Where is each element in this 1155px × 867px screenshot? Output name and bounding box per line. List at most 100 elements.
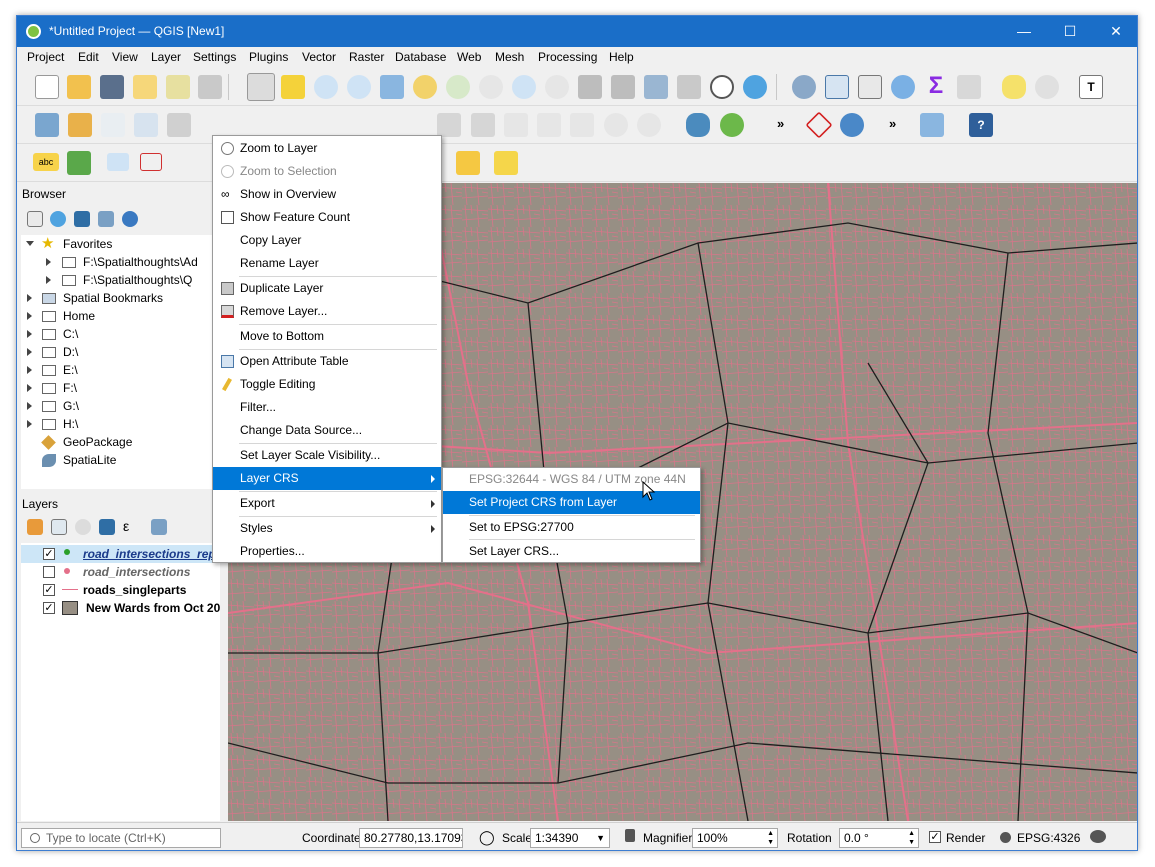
zoom-native-icon[interactable] <box>479 75 503 99</box>
magnifier-spinbox[interactable]: 100% ▲ ▼ <box>692 828 778 848</box>
menu-item-properties[interactable]: Properties... <box>213 540 441 563</box>
menu-item-rename-layer[interactable]: Rename Layer <box>213 252 441 275</box>
zoom-next-icon[interactable] <box>545 75 569 99</box>
new-project-icon[interactable] <box>35 75 59 99</box>
layer-visibility-checkbox[interactable]: ✓ <box>43 548 55 560</box>
checkbox-icon[interactable] <box>221 211 234 224</box>
menu-item-change-data-source[interactable]: Change Data Source... <box>213 419 441 442</box>
menu-item-filter[interactable]: Filter... <box>213 396 441 419</box>
zoom-in-icon[interactable] <box>314 75 338 99</box>
menu-item-duplicate-layer[interactable]: Duplicate Layer <box>213 277 441 300</box>
web-layer-icon[interactable] <box>840 113 864 137</box>
diagram-tool-icon[interactable] <box>67 151 91 175</box>
menu-item-zoom-to-selection[interactable]: Zoom to Selection <box>213 160 441 183</box>
select-features-icon[interactable] <box>456 151 480 175</box>
rotation-spinbox[interactable]: 0.0 ° ▲ ▼ <box>839 828 919 848</box>
help-icon[interactable]: ? <box>969 113 993 137</box>
maximize-button[interactable]: ☐ <box>1047 16 1093 47</box>
pin-label-icon[interactable] <box>140 153 162 171</box>
measure-line-icon[interactable] <box>957 75 981 99</box>
delete-selected-icon[interactable] <box>471 113 495 137</box>
expand-all-icon[interactable] <box>151 519 167 535</box>
data-source-manager-icon[interactable] <box>35 113 59 137</box>
text-annotation-icon[interactable]: T <box>1079 75 1103 99</box>
paste-features-icon[interactable] <box>570 113 594 137</box>
zoom-to-layer-icon[interactable] <box>446 75 470 99</box>
edit-tool-icon[interactable] <box>437 113 461 137</box>
digitize-icon[interactable] <box>134 113 158 137</box>
highlight-label-icon[interactable] <box>107 153 129 171</box>
add-selected-icon[interactable] <box>27 211 43 227</box>
undo-icon[interactable] <box>604 113 628 137</box>
menu-help[interactable]: Help <box>609 50 634 64</box>
menu-item-show-feature-count[interactable]: Show Feature Count <box>213 206 441 229</box>
new-map-view-icon[interactable] <box>578 75 602 99</box>
style-manager-icon[interactable] <box>198 75 222 99</box>
field-calculator-icon[interactable] <box>858 75 882 99</box>
cut-features-icon[interactable] <box>504 113 528 137</box>
locator-search-icon[interactable] <box>1035 75 1059 99</box>
new-bookmark-icon[interactable] <box>644 75 668 99</box>
add-layer-icon[interactable] <box>167 113 191 137</box>
refresh-icon[interactable] <box>50 211 66 227</box>
refresh-icon[interactable] <box>743 75 767 99</box>
crs-globe-icon[interactable] <box>1000 832 1011 843</box>
coordinate-field[interactable]: 80.27780,13.17093 <box>359 828 463 848</box>
zoom-last-icon[interactable] <box>512 75 536 99</box>
menu-item-move-to-bottom[interactable]: Move to Bottom <box>213 325 441 348</box>
menu-item-export[interactable]: Export <box>213 492 441 515</box>
menu-database[interactable]: Database <box>395 50 446 64</box>
menu-item-layer-crs[interactable]: Layer CRS <box>213 467 441 490</box>
menu-settings[interactable]: Settings <box>193 50 236 64</box>
layer-visibility-checkbox[interactable]: ✓ <box>43 584 55 596</box>
manage-visibility-icon[interactable] <box>75 519 91 535</box>
menu-processing[interactable]: Processing <box>538 50 597 64</box>
menu-item-styles[interactable]: Styles <box>213 517 441 540</box>
redo-icon[interactable] <box>637 113 661 137</box>
menu-web[interactable]: Web <box>457 50 481 64</box>
collapse-all-icon[interactable] <box>98 211 114 227</box>
open-layer-styling-icon[interactable] <box>27 519 43 535</box>
pan-to-selection-icon[interactable] <box>281 75 305 99</box>
plugin-layers-icon[interactable] <box>720 113 744 137</box>
menu-item-remove-layer[interactable]: Remove Layer... <box>213 300 441 323</box>
identify-features-icon[interactable] <box>792 75 816 99</box>
save-project-icon[interactable] <box>100 75 124 99</box>
menu-project[interactable]: Project <box>27 50 64 64</box>
new-print-layout-icon[interactable] <box>133 75 157 99</box>
menu-item-set-to-epsg-27700[interactable]: Set to EPSG:27700 <box>443 516 700 539</box>
menu-layer[interactable]: Layer <box>151 50 181 64</box>
filter-expression-icon[interactable]: ε <box>123 517 145 535</box>
toggle-extents-icon[interactable]: ◯ <box>479 829 495 846</box>
crs-indicator[interactable]: EPSG:4326 <box>1017 831 1080 845</box>
layer-visibility-checkbox[interactable] <box>43 566 55 578</box>
python-console-icon[interactable] <box>686 113 710 137</box>
label-tool-icon[interactable]: abc <box>33 153 59 171</box>
filter-legend-icon[interactable] <box>99 519 115 535</box>
layout-manager-icon[interactable] <box>166 75 190 99</box>
menu-item-set-project-crs-from-layer[interactable]: Set Project CRS from Layer <box>443 491 700 514</box>
menu-vector[interactable]: Vector <box>302 50 336 64</box>
minimize-button[interactable]: — <box>1001 16 1047 47</box>
layer-visibility-checkbox[interactable]: ✓ <box>43 602 55 614</box>
menu-item-copy-layer[interactable]: Copy Layer <box>213 229 441 252</box>
menu-item-zoom-to-layer[interactable]: Zoom to Layer <box>213 137 441 160</box>
menu-mesh[interactable]: Mesh <box>495 50 524 64</box>
menu-edit[interactable]: Edit <box>78 50 99 64</box>
messages-icon[interactable] <box>1090 830 1106 843</box>
new-3d-map-icon[interactable] <box>611 75 635 99</box>
processing-toolbox-icon[interactable] <box>891 75 915 99</box>
scale-combobox[interactable]: 1:34390 ▼ <box>530 828 610 848</box>
layer-item-selected[interactable]: ✓ road_intersections_repro <box>21 545 228 563</box>
toolbar-overflow-icon[interactable]: » <box>777 116 784 131</box>
menu-item-open-attribute-table[interactable]: Open Attribute Table <box>213 350 441 373</box>
menu-view[interactable]: View <box>112 50 138 64</box>
temporal-controller-icon[interactable] <box>710 75 734 99</box>
map-tips-icon[interactable] <box>1002 75 1026 99</box>
zoom-out-icon[interactable] <box>347 75 371 99</box>
locator-search-input[interactable]: Type to locate (Ctrl+K) <box>21 828 221 848</box>
add-delimited-text-icon[interactable] <box>101 113 125 137</box>
add-vector-layer-icon[interactable] <box>68 113 92 137</box>
digitizing-shape-icon[interactable] <box>805 111 833 139</box>
add-group-icon[interactable] <box>51 519 67 535</box>
